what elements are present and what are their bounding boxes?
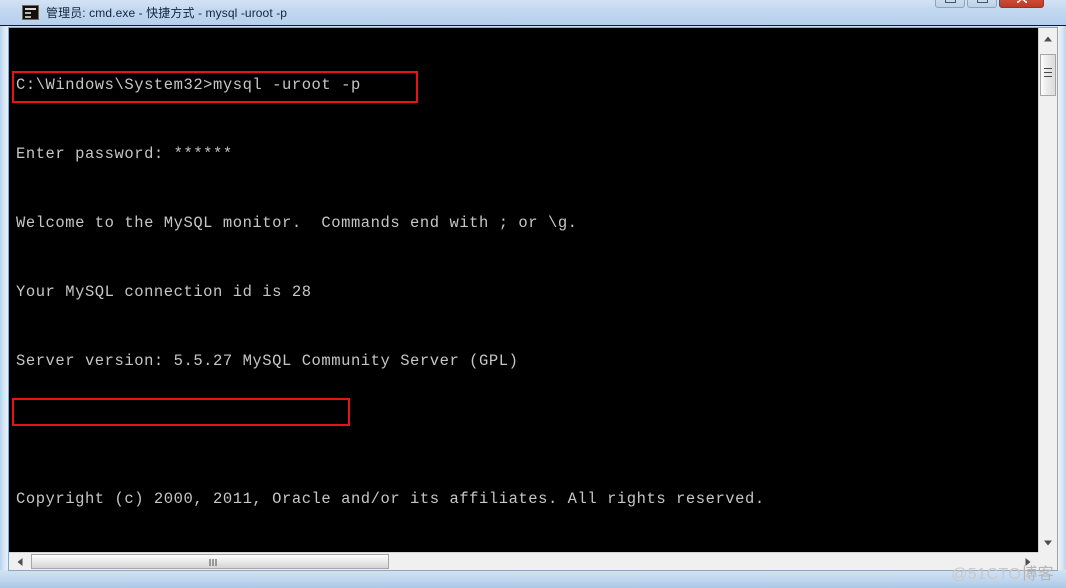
minimize-button[interactable] <box>935 0 965 8</box>
vertical-scroll-thumb[interactable] <box>1040 54 1056 96</box>
window-controls <box>935 0 1044 8</box>
vertical-scrollbar[interactable] <box>1038 28 1057 554</box>
cmd-console-icon <box>22 5 39 20</box>
window-border-bottom <box>0 570 1066 588</box>
console-output-surface[interactable]: C:\Windows\System32>mysql -uroot -p Ente… <box>9 28 1039 554</box>
horizontal-scroll-thumb[interactable] <box>31 554 389 569</box>
scroll-down-button[interactable] <box>1039 534 1057 552</box>
chevron-down-icon <box>1044 540 1052 546</box>
maximize-button[interactable] <box>967 0 997 8</box>
grip-icon <box>209 559 211 566</box>
console-line: Enter password: ****** <box>16 145 233 163</box>
close-button[interactable] <box>999 0 1044 8</box>
watermark: @51CTO博客 <box>951 560 1054 584</box>
window-border-right <box>1058 26 1066 572</box>
close-icon <box>1017 0 1027 3</box>
window-titlebar[interactable]: 管理员: cmd.exe - 快捷方式 - mysql -uroot -p <box>0 0 1066 26</box>
chevron-up-icon <box>1044 36 1052 42</box>
minimize-icon <box>945 0 956 3</box>
screenshot-root: 管理员: cmd.exe - 快捷方式 - mysql -uroot -p C:… <box>0 0 1066 588</box>
console-line: Your MySQL connection id is 28 <box>16 283 312 301</box>
console-line: Copyright (c) 2000, 2011, Oracle and/or … <box>16 490 765 508</box>
console-client-area: C:\Windows\System32>mysql -uroot -p Ente… <box>8 27 1058 571</box>
chevron-left-icon <box>17 557 23 566</box>
grip-icon <box>1044 68 1052 69</box>
maximize-icon <box>977 0 988 3</box>
horizontal-scrollbar[interactable] <box>9 552 1039 570</box>
scroll-up-button[interactable] <box>1039 30 1057 48</box>
console-line: Server version: 5.5.27 MySQL Community S… <box>16 352 519 370</box>
watermark-suffix: 博客 <box>1021 564 1054 583</box>
console-line: Welcome to the MySQL monitor. Commands e… <box>16 214 578 232</box>
console-text-buffer: C:\Windows\System32>mysql -uroot -p Ente… <box>16 28 784 554</box>
watermark-prefix: @51CTO <box>951 566 1022 583</box>
window-title: 管理员: cmd.exe - 快捷方式 - mysql -uroot -p <box>46 6 288 20</box>
console-line: C:\Windows\System32>mysql -uroot -p <box>16 76 361 94</box>
scroll-left-button[interactable] <box>11 553 29 570</box>
